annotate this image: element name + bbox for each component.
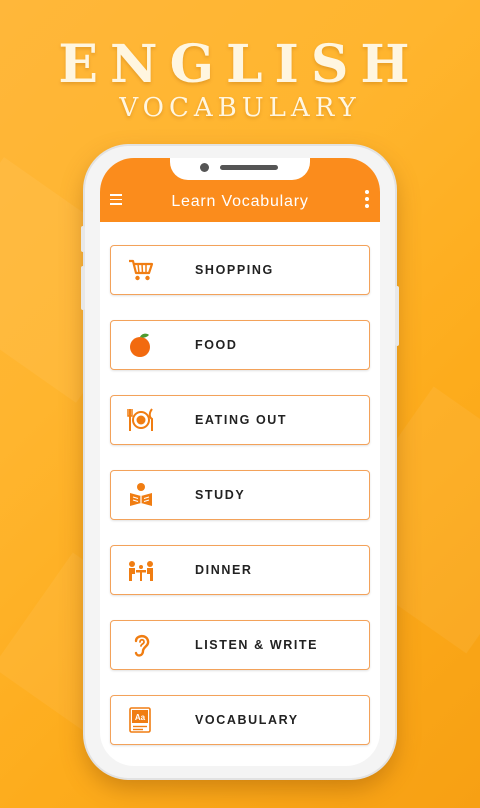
category-label: EATING OUT (195, 413, 288, 427)
category-card-dinner[interactable]: DINNER (110, 545, 370, 595)
phone-frame: Learn Vocabulary SHOPPING FOOD EATING OU… (81, 146, 399, 778)
category-label: VOCABULARY (195, 713, 299, 727)
dictionary-icon: Aa (127, 707, 155, 733)
app-bar-title: Learn Vocabulary (171, 193, 309, 210)
more-options-icon[interactable] (364, 190, 370, 210)
hero-title: ENGLISH (58, 34, 422, 95)
category-card-vocabulary[interactable]: Aa VOCABULARY (110, 695, 370, 745)
app-bar: Learn Vocabulary (100, 158, 380, 222)
person-reading-icon (127, 482, 155, 508)
phone-side-button (395, 286, 399, 346)
category-card-eating-out[interactable]: EATING OUT (110, 395, 370, 445)
ear-icon (127, 632, 155, 658)
svg-text:Aa: Aa (135, 713, 146, 722)
phone-side-button (81, 266, 85, 310)
plate-cutlery-icon (127, 407, 155, 433)
phone-side-button (81, 226, 85, 252)
shopping-cart-icon (127, 257, 155, 283)
hero-subtitle: VOCABULARY (119, 93, 361, 123)
category-card-listen-write[interactable]: LISTEN & WRITE (110, 620, 370, 670)
category-card-study[interactable]: STUDY (110, 470, 370, 520)
phone-notch (170, 158, 310, 180)
speaker-grille (220, 165, 278, 170)
dining-table-icon (127, 557, 155, 583)
category-label: STUDY (195, 488, 246, 502)
category-label: LISTEN & WRITE (195, 638, 319, 652)
category-label: FOOD (195, 338, 238, 352)
camera-icon (200, 163, 209, 172)
app-screen: Learn Vocabulary SHOPPING FOOD EATING OU… (100, 158, 380, 766)
category-label: DINNER (195, 563, 253, 577)
orange-fruit-icon (127, 332, 155, 358)
category-card-shopping[interactable]: SHOPPING (110, 245, 370, 295)
category-label: SHOPPING (195, 263, 274, 277)
category-card-food[interactable]: FOOD (110, 320, 370, 370)
